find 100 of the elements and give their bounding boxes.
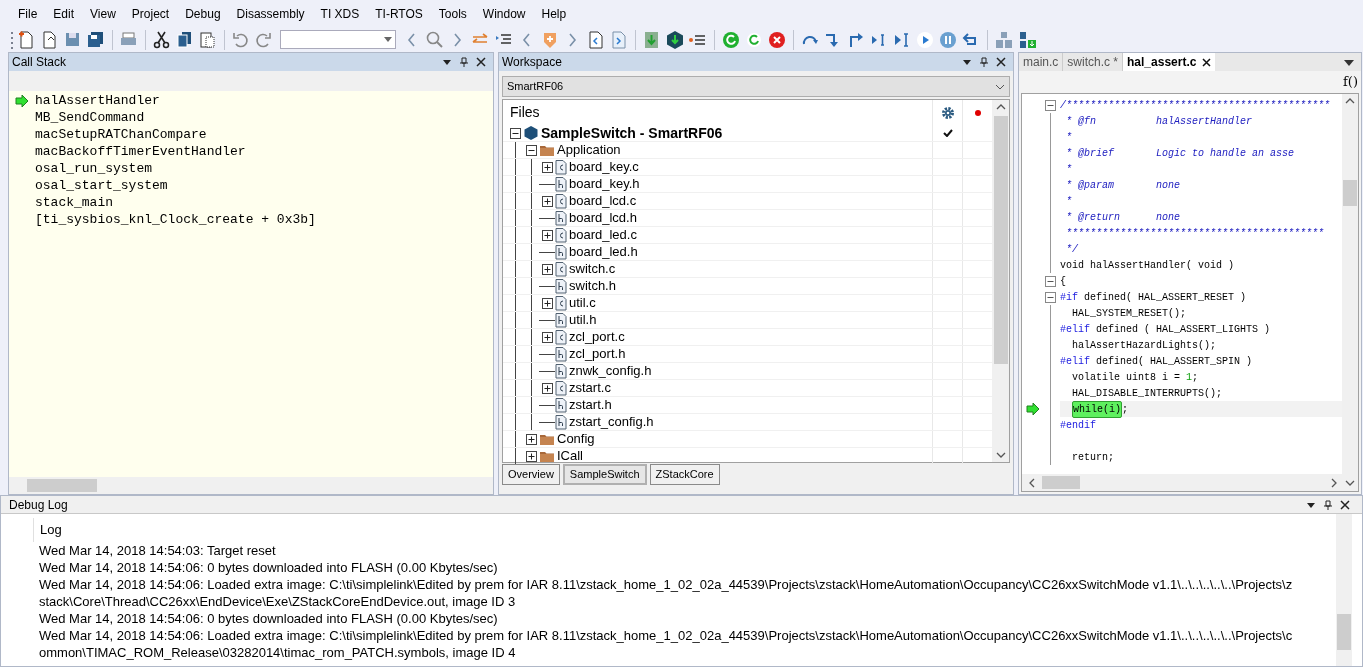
dropdown-caret-icon[interactable] (442, 57, 452, 67)
menu-item[interactable]: Project (123, 2, 178, 25)
scroll-thumb[interactable] (1337, 614, 1351, 650)
fold-collapse-icon[interactable] (1044, 291, 1056, 303)
tree-item[interactable]: switch.h (569, 276, 616, 296)
pin-icon[interactable] (978, 57, 990, 67)
stack-frame[interactable]: osal_start_system (9, 177, 493, 194)
horizontal-scrollbar[interactable] (9, 477, 493, 494)
expand-icon[interactable] (541, 382, 553, 394)
close-icon[interactable] (476, 57, 486, 67)
tree-item[interactable]: zstart.c (569, 378, 611, 398)
log-entry: Wed Mar 14, 2018 14:54:06: 0 bytes downloaded into FLASH (0.00 Kbytes/sec) (39, 610, 499, 627)
menu-item[interactable]: Tools (430, 2, 475, 25)
fold-collapse-icon[interactable] (1044, 275, 1056, 287)
blocks-download-icon[interactable] (1017, 29, 1037, 50)
vertical-scrollbar[interactable] (992, 100, 1009, 462)
stack-frame[interactable]: osal_run_system (9, 160, 493, 177)
tree-item[interactable]: ICall (557, 446, 583, 466)
search-combo-field[interactable] (280, 30, 396, 49)
code-line: HAL_SYSTEM_RESET(); (1071, 306, 1188, 321)
stop-icon[interactable] (767, 29, 787, 50)
menu-item[interactable]: Help (533, 2, 575, 25)
hexagon-download-icon[interactable] (665, 29, 685, 50)
stack-frame[interactable]: macSetupRATChanCompare (9, 126, 493, 143)
log-entry: Wed Mar 14, 2018 14:54:06: Loaded extra image: C:\ti\simplelink\Edited by prem for IAR 8.11\zstack_home_1_02_02a_44539\Projects\zstack\HomeAutomation\Occupancy\CC26xxSwitchMode v1.1\..\..\..\..\..\Projects\common\TIMAC_ROM_Release\03282014\timac_rom_PATCH.symbols, image ID 4 (39, 627, 1293, 661)
log-entry: Wed Mar 14, 2018 14:54:06: 0 bytes downloaded into FLASH (0.00 Kbytes/sec) (39, 559, 499, 576)
scroll-thumb[interactable] (27, 479, 97, 492)
vertical-scrollbar[interactable] (1342, 94, 1358, 474)
tree-item[interactable]: Config (557, 429, 595, 449)
tree-item[interactable]: util.c (569, 293, 596, 313)
current-position-arrow-icon (15, 93, 29, 108)
tree-item[interactable]: board_led.c (569, 225, 637, 245)
close-icon[interactable] (996, 57, 1006, 67)
scroll-thumb[interactable] (1042, 476, 1080, 489)
search-icon[interactable] (425, 29, 445, 50)
tree-item[interactable]: znwk_config.h (569, 361, 652, 381)
configuration-dropdown[interactable]: SmartRF06 (502, 76, 1010, 97)
tree-item[interactable]: zcl_port.h (569, 344, 626, 364)
expand-icon[interactable] (541, 331, 553, 343)
restart-icon[interactable] (721, 29, 741, 50)
dropdown-caret-icon[interactable] (1343, 59, 1355, 67)
workspace-tab[interactable]: SampleSwitch (562, 464, 647, 485)
panel-title: Workspace (502, 54, 563, 71)
menu-item[interactable]: TI XDS (312, 2, 368, 25)
editor-tab[interactable]: hal_assert.c (1123, 53, 1216, 71)
expand-icon[interactable] (541, 229, 553, 241)
pin-icon[interactable] (1322, 499, 1334, 510)
tree-item[interactable]: board_led.h (569, 242, 638, 262)
stack-frame[interactable]: [ti_sysbios_knl_Clock_create + 0x3b] (9, 211, 493, 228)
current-stack-frame[interactable]: halAssertHandler (9, 92, 493, 109)
code-line: { (1060, 274, 1067, 289)
panel-title: Debug Log (9, 496, 69, 514)
menu-item[interactable]: Window (474, 2, 534, 25)
tree-item[interactable]: board_lcd.h (569, 208, 637, 228)
expand-icon[interactable] (541, 297, 553, 309)
scroll-thumb[interactable] (1343, 180, 1357, 206)
vertical-scrollbar[interactable] (1336, 514, 1352, 666)
tree-item[interactable]: board_lcd.c (569, 191, 637, 211)
menu-item[interactable]: Disassembly (228, 2, 313, 25)
editor-tab[interactable]: main.c (1019, 53, 1064, 71)
close-icon[interactable] (1202, 57, 1212, 67)
tree-item[interactable]: switch.c (569, 259, 616, 279)
stack-frame[interactable]: macBackoffTimerEventHandler (9, 143, 493, 160)
expand-icon[interactable] (541, 263, 553, 275)
horizontal-scrollbar[interactable] (1022, 474, 1358, 491)
pause-icon[interactable] (938, 29, 958, 50)
toolbar-grip-icon[interactable] (10, 29, 14, 50)
workspace-tab[interactable]: Overview (502, 464, 560, 485)
expand-icon[interactable] (525, 450, 537, 462)
collapse-icon[interactable] (509, 127, 521, 139)
menu-item[interactable]: Edit (45, 2, 83, 25)
document-back-icon[interactable] (586, 29, 606, 50)
collapse-icon[interactable] (525, 144, 537, 156)
scroll-thumb[interactable] (993, 116, 1008, 364)
save-all-icon[interactable] (86, 29, 106, 50)
tree-item[interactable]: zcl_port.c (569, 327, 625, 347)
chevron-down-icon[interactable] (995, 83, 1005, 90)
tree-item[interactable]: zstart.h (569, 395, 612, 415)
function-button[interactable]: f() (1343, 72, 1358, 92)
cut-icon[interactable] (152, 29, 172, 50)
stack-frame[interactable]: stack_main (9, 194, 493, 211)
tree-item[interactable]: zstart_config.h (569, 412, 654, 432)
fold-collapse-icon[interactable] (1044, 99, 1056, 111)
tree-item[interactable]: board_key.h (569, 174, 640, 194)
menu-item[interactable]: View (82, 2, 124, 25)
expand-icon[interactable] (541, 161, 553, 173)
pin-icon[interactable] (458, 57, 470, 67)
workspace-tab[interactable]: ZStackCore (649, 464, 720, 485)
tree-item[interactable]: util.h (569, 310, 597, 330)
tree-item[interactable]: board_key.c (569, 157, 639, 177)
expand-icon[interactable] (525, 433, 537, 445)
stack-frame[interactable]: MB_SendCommand (9, 109, 493, 126)
dropdown-caret-icon[interactable] (962, 57, 972, 67)
menu-item[interactable]: File (10, 2, 46, 25)
play-icon[interactable] (915, 29, 935, 50)
menu-item[interactable]: Debug (177, 2, 229, 25)
expand-icon[interactable] (541, 195, 553, 207)
menu-item[interactable]: TI-RTOS (367, 2, 431, 25)
document-forward-icon[interactable] (609, 29, 629, 50)
close-icon[interactable] (1340, 499, 1350, 510)
